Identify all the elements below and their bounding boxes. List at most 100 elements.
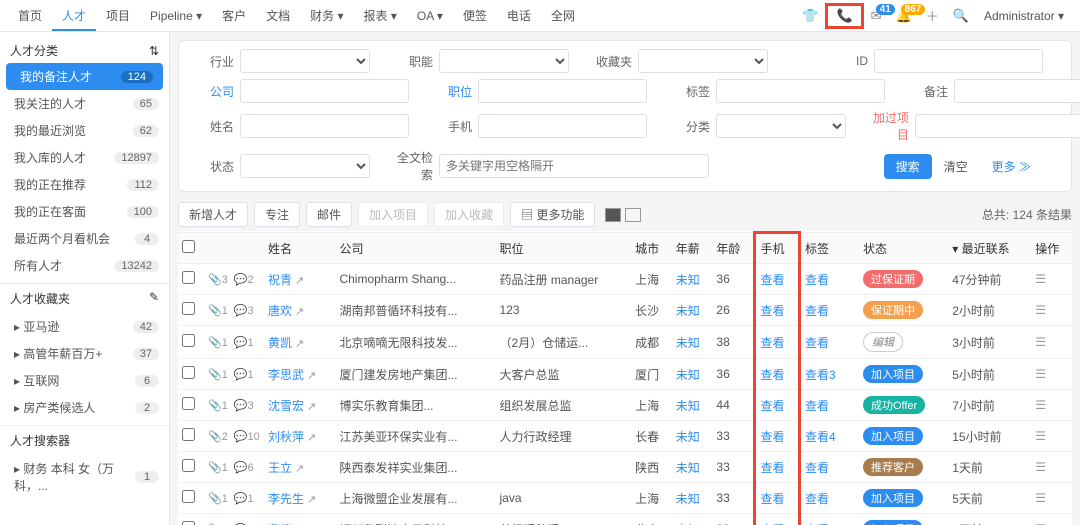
comment-count[interactable]: 💬1	[234, 493, 254, 505]
nav-tab-2[interactable]: 项目	[96, 3, 140, 29]
edit-icon[interactable]: ✎	[149, 290, 159, 307]
open-icon[interactable]: ↗	[307, 432, 316, 444]
focus-button[interactable]: 专注	[254, 202, 300, 227]
fav-item-0[interactable]: ▸ 亚马逊42	[0, 313, 169, 340]
row-ops[interactable]: ☰	[1035, 367, 1047, 381]
nav-tab-10[interactable]: 电话	[497, 3, 541, 29]
row-select[interactable]	[182, 459, 195, 472]
phone-view[interactable]: 查看	[760, 368, 784, 382]
remark-input[interactable]	[954, 79, 1080, 103]
row-ops[interactable]: ☰	[1035, 429, 1047, 443]
name-link[interactable]: 沈雪宏	[268, 399, 304, 413]
attachment-count[interactable]: 📎1	[208, 462, 228, 474]
tag-view[interactable]: 查看	[805, 273, 829, 287]
tag-input[interactable]	[716, 79, 885, 103]
joined-input[interactable]	[915, 114, 1080, 138]
sidebar-item-4[interactable]: 我的正在推荐112	[0, 171, 169, 198]
more-func-button[interactable]: ▤ 更多功能	[510, 202, 595, 227]
tag-view[interactable]: 查看	[805, 399, 829, 413]
open-icon[interactable]: ↗	[295, 338, 304, 350]
search-icon[interactable]: 🔍	[946, 8, 976, 24]
name-link[interactable]: 黄凯	[268, 336, 292, 350]
sidebar-item-3[interactable]: 我入库的人才12897	[0, 144, 169, 171]
category-select[interactable]	[716, 114, 846, 138]
attachment-count[interactable]: 📎2	[208, 431, 228, 443]
select-all[interactable]	[182, 240, 195, 253]
row-select[interactable]	[182, 428, 195, 441]
plus-icon[interactable]: ＋	[919, 6, 946, 25]
fav-item-2[interactable]: ▸ 互联网6	[0, 367, 169, 394]
tag-view[interactable]: 查看	[805, 492, 829, 506]
phone-view[interactable]: 查看	[760, 399, 784, 413]
sidebar-item-0[interactable]: 我的备注人才124	[6, 63, 163, 90]
salary-link[interactable]: 未知	[676, 336, 700, 350]
tag-view[interactable]: 查看	[805, 461, 829, 475]
attachment-count[interactable]: 📎1	[208, 337, 228, 349]
phone-view[interactable]: 查看	[760, 461, 784, 475]
comment-count[interactable]: 💬3	[234, 400, 254, 412]
attachment-count[interactable]: 📎1	[208, 369, 228, 381]
fav-item-1[interactable]: ▸ 高管年薪百万+37	[0, 340, 169, 367]
attachment-count[interactable]: 📎1	[208, 400, 228, 412]
row-ops[interactable]: ☰	[1035, 303, 1047, 317]
function-select[interactable]	[439, 49, 569, 73]
salary-link[interactable]: 未知	[676, 399, 700, 413]
search-item-0[interactable]: ▸ 财务 本科 女（万科，...1	[0, 455, 169, 499]
comment-count[interactable]: 💬3	[234, 305, 254, 317]
mail-button[interactable]: 邮件	[306, 202, 352, 227]
fav-select[interactable]	[638, 49, 768, 73]
row-ops[interactable]: ☰	[1035, 491, 1047, 505]
open-icon[interactable]: ↗	[307, 494, 316, 506]
nav-tab-4[interactable]: 客户	[212, 3, 256, 29]
company-input[interactable]	[240, 79, 409, 103]
tag-view[interactable]: 查看3	[805, 368, 836, 382]
attachment-count[interactable]: 📎1	[208, 305, 228, 317]
row-select[interactable]	[182, 271, 195, 284]
row-select[interactable]	[182, 490, 195, 503]
industry-select[interactable]	[240, 49, 370, 73]
row-select[interactable]	[182, 397, 195, 410]
nav-tab-1[interactable]: 人才	[52, 3, 96, 31]
nav-tab-8[interactable]: OA ▾	[407, 3, 453, 29]
nav-tab-7[interactable]: 报表 ▾	[354, 3, 407, 29]
open-icon[interactable]: ↗	[295, 275, 304, 287]
salary-link[interactable]: 未知	[676, 368, 700, 382]
name-link[interactable]: 李思武	[268, 368, 304, 382]
sidebar-item-7[interactable]: 所有人才13242	[0, 252, 169, 279]
add-project-button[interactable]: 加入项目	[358, 202, 428, 227]
tag-view[interactable]: 查看	[805, 304, 829, 318]
open-icon[interactable]: ↗	[295, 306, 304, 318]
name-input[interactable]	[240, 114, 409, 138]
user-menu[interactable]: Administrator ▾	[976, 9, 1072, 23]
name-link[interactable]: 李先生	[268, 492, 304, 506]
row-ops[interactable]: ☰	[1035, 460, 1047, 474]
row-select[interactable]	[182, 366, 195, 379]
phone-view[interactable]: 查看	[760, 430, 784, 444]
open-icon[interactable]: ↗	[307, 370, 316, 382]
nav-tab-0[interactable]: 首页	[8, 3, 52, 29]
row-select[interactable]	[182, 302, 195, 315]
clear-button[interactable]: 清空	[932, 154, 980, 179]
bell-icon[interactable]: 🔔867	[889, 8, 919, 24]
sidebar-item-2[interactable]: 我的最近浏览62	[0, 117, 169, 144]
comment-count[interactable]: 💬10	[234, 431, 260, 443]
sidebar-item-5[interactable]: 我的正在客面100	[0, 198, 169, 225]
position-input[interactable]	[478, 79, 647, 103]
sort-icon[interactable]: ⇅	[149, 44, 159, 58]
new-talent-button[interactable]: 新增人才	[178, 202, 248, 227]
open-icon[interactable]: ↗	[295, 463, 304, 475]
row-ops[interactable]: ☰	[1035, 272, 1047, 286]
id-input[interactable]	[874, 49, 1043, 73]
row-ops[interactable]: ☰	[1035, 398, 1047, 412]
phone-view[interactable]: 查看	[760, 492, 784, 506]
tag-view[interactable]: 查看	[805, 336, 829, 350]
row-select[interactable]	[182, 521, 195, 525]
mobile-input[interactable]	[478, 114, 647, 138]
salary-link[interactable]: 未知	[676, 461, 700, 475]
nav-tab-6[interactable]: 财务 ▾	[300, 3, 353, 29]
attachment-count[interactable]: 📎3	[208, 274, 228, 286]
salary-link[interactable]: 未知	[676, 304, 700, 318]
row-select[interactable]	[182, 334, 195, 347]
name-link[interactable]: 王立	[268, 461, 292, 475]
search-button[interactable]: 搜索	[884, 154, 932, 179]
